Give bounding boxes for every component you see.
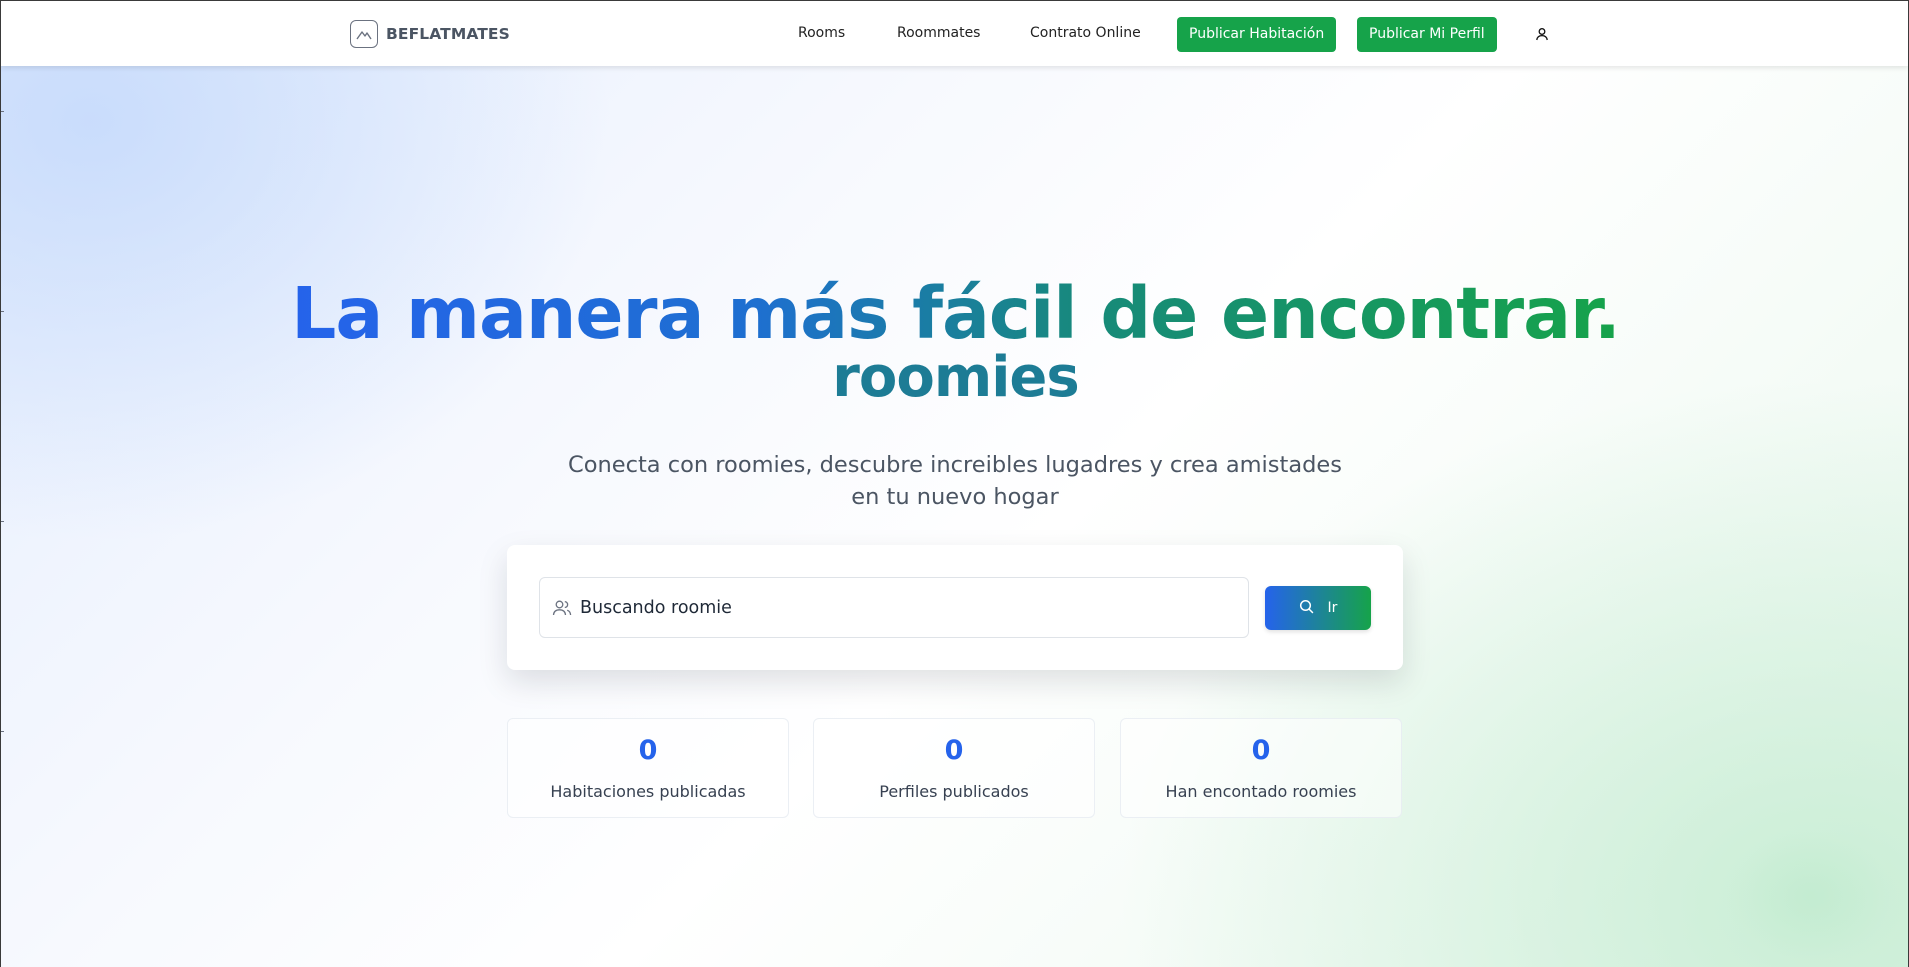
publish-room-button[interactable]: Publicar Habitación [1177, 17, 1337, 52]
stat-card-matches: 0 Han encontado roomies [1120, 718, 1402, 818]
hero-title-line1: La manera más fácil de encontrar. [291, 272, 1621, 355]
search-go-button[interactable]: Ir [1265, 586, 1371, 630]
nav-link-contrato-online[interactable]: Contrato Online [1030, 25, 1141, 41]
decorative-blob [1731, 831, 1891, 961]
stat-card-rooms: 0 Habitaciones publicadas [507, 718, 789, 818]
hero-subtitle: Conecta con roomies, descubre increibles… [568, 452, 1342, 510]
hero-title-line2: roomies [832, 345, 1079, 410]
stat-value: 0 [638, 735, 658, 766]
nav-link-roommates[interactable]: Roommates [897, 25, 980, 41]
publish-profile-button[interactable]: Publicar Mi Perfil [1357, 17, 1497, 52]
search-icon [1299, 599, 1314, 618]
main-nav: Rooms Roommates Contrato Online Publicar… [1, 1, 1908, 66]
search-button-label: Ir [1327, 600, 1338, 616]
hero-title: La manera más fácil de encontrar. roomie… [1, 272, 1908, 410]
page: BEFLATMATES Rooms Roommates Contrato Onl… [0, 0, 1909, 967]
stat-value: 0 [944, 735, 964, 766]
stat-label: Perfiles publicados [879, 782, 1029, 801]
user-icon[interactable] [1534, 26, 1550, 42]
search-card: Ir [507, 545, 1403, 670]
users-icon [552, 598, 572, 618]
stat-label: Habitaciones publicadas [550, 782, 746, 801]
stat-value: 0 [1251, 735, 1271, 766]
stat-card-profiles: 0 Perfiles publicados [813, 718, 1095, 818]
window-edge [1, 1, 4, 967]
search-input[interactable] [580, 597, 1200, 618]
search-field[interactable] [539, 577, 1249, 638]
nav-link-rooms[interactable]: Rooms [798, 25, 845, 41]
navbar: BEFLATMATES Rooms Roommates Contrato Onl… [1, 1, 1908, 66]
stat-label: Han encontado roomies [1165, 782, 1357, 801]
